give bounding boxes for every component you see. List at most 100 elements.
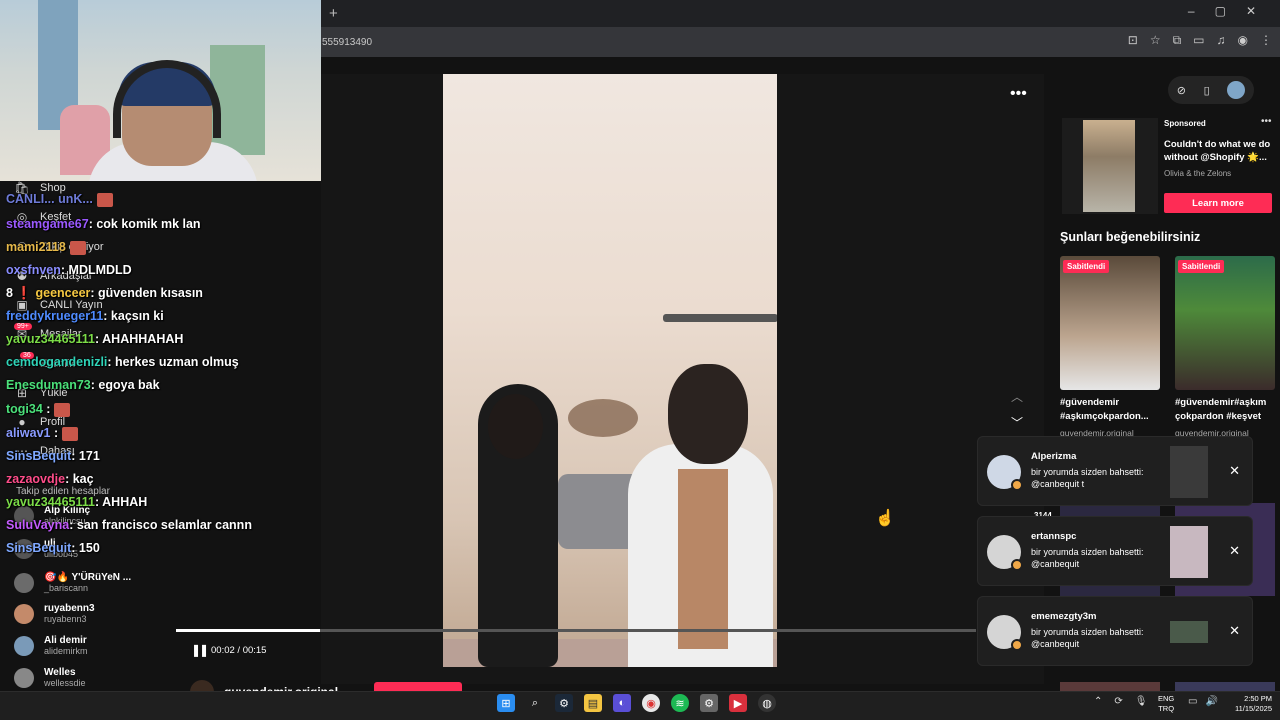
url-text[interactable]: 555913490 xyxy=(322,37,372,48)
messages-badge: 99+ xyxy=(14,323,32,330)
chevron-down-icon[interactable]: ﹀ xyxy=(1011,414,1023,431)
suggested-video-card[interactable] xyxy=(1175,682,1275,691)
dancer-woman-head xyxy=(488,394,543,459)
chat-username[interactable]: SinsBequit xyxy=(6,541,71,555)
more-options-button[interactable]: ••• xyxy=(1010,85,1027,103)
new-tab-button[interactable]: + xyxy=(329,5,338,22)
app-icon[interactable]: ◐ xyxy=(613,694,631,712)
notification-toast[interactable]: ertannspc bir yorumda sizden bahsetti: @… xyxy=(977,516,1253,586)
notification-thumbnail[interactable] xyxy=(1170,526,1208,578)
chat-message: oxsfnven: MDLMDLD xyxy=(6,263,132,277)
chevron-up-icon[interactable]: ⌃ xyxy=(1094,696,1102,707)
language-indicator[interactable]: ENG TRQ xyxy=(1158,694,1174,714)
ad-thumbnail[interactable] xyxy=(1062,118,1158,214)
notification-toast[interactable]: ememezgty3m bir yorumda sizden bahsetti:… xyxy=(977,596,1253,666)
avatar[interactable] xyxy=(1227,81,1246,99)
close-window-button[interactable]: ✕ xyxy=(1246,4,1256,18)
notification-thumbnail[interactable] xyxy=(1170,446,1208,498)
phone-icon[interactable]: ▯ xyxy=(1204,84,1210,97)
split-view-icon[interactable]: ▭ xyxy=(1193,33,1204,48)
suggested-video-card[interactable]: Sabitlendi xyxy=(1060,256,1160,390)
chat-message: SinsBequit: 150 xyxy=(6,541,100,555)
badge-dot xyxy=(1011,559,1023,571)
notification-toast[interactable]: Alperizma bir yorumda sizden bahsetti: @… xyxy=(977,436,1253,506)
card-caption[interactable]: #güvendemir #aşkımçokpardon... xyxy=(1060,396,1170,424)
pause-button[interactable]: ❚❚ xyxy=(191,643,209,657)
chat-username[interactable]: geenceer xyxy=(35,286,90,300)
minimize-button[interactable]: – xyxy=(1188,4,1195,18)
chat-username[interactable]: SinsBequit xyxy=(6,449,71,463)
chat-username[interactable]: CANLI... unK... xyxy=(6,192,93,206)
chevron-up-icon[interactable]: ︿ xyxy=(1011,388,1023,405)
chat-username[interactable]: togi34 xyxy=(6,402,43,416)
chat-username[interactable]: freddykrueger11 xyxy=(6,309,103,323)
chat-username[interactable]: aliwav1 xyxy=(6,426,50,440)
chrome-icon[interactable]: ◉ xyxy=(642,694,660,712)
maximize-button[interactable]: ▢ xyxy=(1215,4,1226,18)
ad-brand: Olivia & the Zelons xyxy=(1164,169,1232,178)
avatar xyxy=(14,573,34,593)
chat-username[interactable]: Enesduman73 xyxy=(6,378,91,392)
recorder-icon[interactable]: ▶ xyxy=(729,694,747,712)
file-explorer-icon[interactable]: ▤ xyxy=(584,694,602,712)
chat-message: SuluVayna: san francisco selamlar cannn xyxy=(6,518,252,532)
notification-thumbnail[interactable] xyxy=(1170,621,1208,643)
monitor-icon[interactable]: ▭ xyxy=(1188,696,1197,707)
star-icon[interactable]: ☆ xyxy=(1150,33,1161,48)
media-icon[interactable]: ♫ xyxy=(1217,33,1226,48)
steam-icon[interactable]: ⚙ xyxy=(555,694,573,712)
following-item[interactable]: Welles wellessdie xyxy=(14,667,86,689)
avatar xyxy=(14,668,34,688)
windows-start-icon[interactable]: ⊞ xyxy=(497,694,515,712)
chat-text: : xyxy=(50,426,59,440)
spotify-icon[interactable]: ≋ xyxy=(671,694,689,712)
install-icon[interactable]: ⊡ xyxy=(1128,33,1138,48)
chat-username[interactable]: zazaovdje xyxy=(6,472,65,486)
obs-icon[interactable]: ◍ xyxy=(758,694,776,712)
notification-user: ertannspc xyxy=(1031,531,1077,542)
suggested-video-card[interactable]: Sabitlendi xyxy=(1175,256,1275,390)
ad-more-button[interactable]: ••• xyxy=(1261,116,1272,127)
clock[interactable]: 2:50 PM 11/15/2025 xyxy=(1232,694,1272,714)
microphone-icon[interactable]: 🎙 xyxy=(1135,696,1148,707)
chat-username[interactable]: mami2118 xyxy=(6,240,66,254)
profile-icon[interactable]: ◉ xyxy=(1238,33,1248,48)
chat-emote xyxy=(62,426,79,441)
wall-decoration xyxy=(568,399,638,437)
card-caption[interactable]: #güvendemir#aşkım çokpardon #keşvet xyxy=(1175,396,1280,424)
chat-message: freddykrueger11: kaçsın ki xyxy=(6,309,164,323)
top-actions: ⊘ ▯ xyxy=(1168,76,1254,104)
menu-icon[interactable]: ⋮ xyxy=(1260,33,1272,48)
coin-icon[interactable]: ⊘ xyxy=(1177,84,1186,97)
badge-dot xyxy=(1011,639,1023,651)
suggested-video-card[interactable] xyxy=(1060,682,1160,691)
chat-username[interactable]: steamgame67 xyxy=(6,217,89,231)
chat-message: SinsBequit: 171 xyxy=(6,449,100,463)
learn-more-button[interactable]: Learn more xyxy=(1164,193,1272,213)
following-item[interactable]: ruyabenn3 ruyabenn3 xyxy=(14,603,95,625)
chat-username[interactable]: cemdogandenizli xyxy=(6,355,107,369)
sync-icon[interactable]: ⟳ xyxy=(1114,696,1122,707)
chat-username[interactable]: SuluVayna xyxy=(6,518,69,532)
chat-username[interactable]: yavuz34465111 xyxy=(6,332,95,346)
close-icon[interactable]: ✕ xyxy=(1229,543,1240,559)
chat-username[interactable]: oxsfnven xyxy=(6,263,61,277)
video-frame[interactable] xyxy=(443,74,777,667)
chat-text: : kaçsın ki xyxy=(103,309,164,323)
following-item[interactable]: 🎯🔥 Y'ÜRüYeN ... _bariscann xyxy=(14,572,131,594)
chat-text: : xyxy=(42,402,51,416)
following-item[interactable]: Ali demir alidemirkm xyxy=(14,635,88,657)
volume-icon[interactable]: 🔊 xyxy=(1205,696,1217,707)
search-icon[interactable]: ⌕ xyxy=(526,694,544,712)
chat-text: : AHHAH xyxy=(94,495,148,509)
chat-text: : cok komik mk lan xyxy=(88,217,201,231)
pinned-badge: Sabitlendi xyxy=(1178,260,1225,273)
close-icon[interactable]: ✕ xyxy=(1229,623,1240,639)
settings-icon[interactable]: ⚙ xyxy=(700,694,718,712)
ad-image xyxy=(1083,120,1135,212)
chat-username[interactable]: yavuz34465111 xyxy=(6,495,95,509)
extensions-icon[interactable]: ⧉ xyxy=(1173,33,1182,48)
avatar xyxy=(987,455,1023,491)
ad-title[interactable]: Couldn't do what we do without @Shopify … xyxy=(1164,138,1274,164)
close-icon[interactable]: ✕ xyxy=(1229,463,1240,479)
